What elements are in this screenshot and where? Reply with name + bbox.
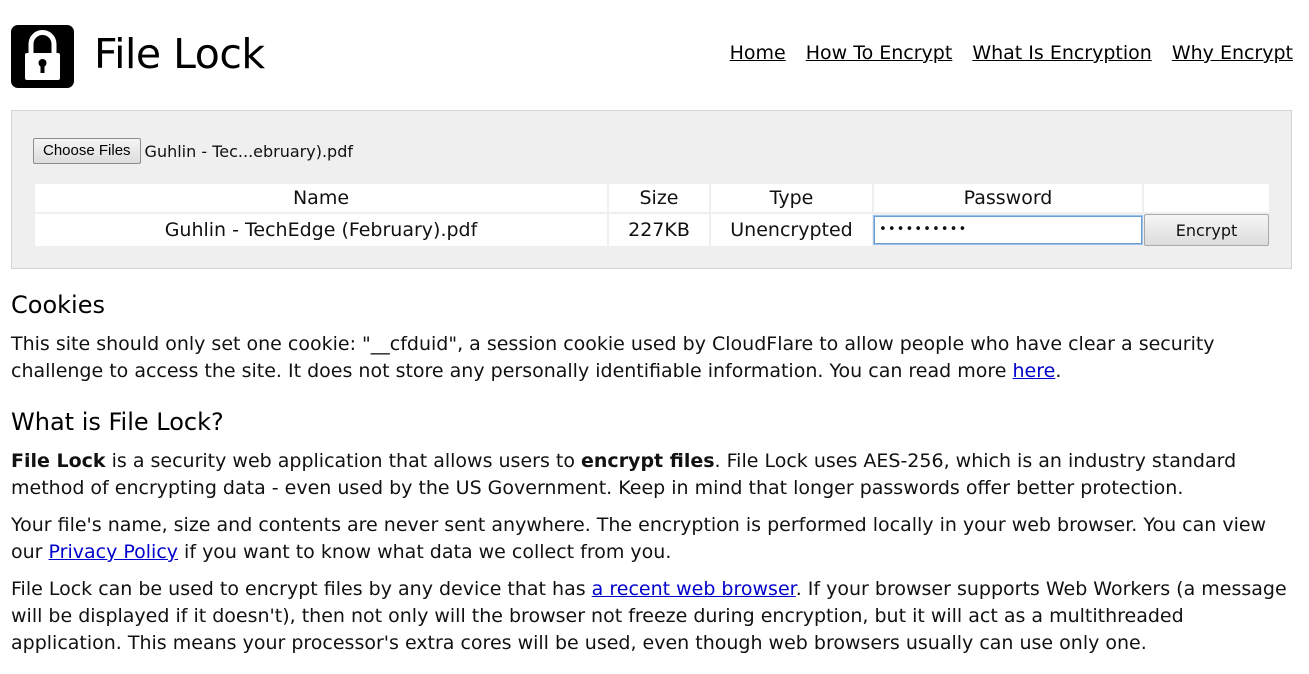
column-header-name: Name (35, 184, 607, 212)
file-size-cell: 227KB (609, 214, 709, 246)
cookies-heading: Cookies (11, 291, 105, 319)
nav-home[interactable]: Home (730, 39, 786, 67)
nav-why-encrypt[interactable]: Why Encrypt (1172, 39, 1293, 67)
privacy-text-after: if you want to know what data we collect… (178, 541, 672, 563)
privacy-policy-link[interactable]: Privacy Policy (49, 541, 178, 563)
password-input[interactable]: •••••••••• (874, 216, 1142, 244)
password-cell: •••••••••• (874, 214, 1142, 246)
column-header-size: Size (609, 184, 709, 212)
table-header-row: Name Size Type Password (35, 184, 1269, 212)
browser-text-before: File Lock can be used to encrypt files b… (11, 578, 592, 600)
cookies-text-end: . (1055, 360, 1062, 382)
site-header: File Lock Home How To Encrypt What Is En… (11, 25, 1293, 89)
file-name-cell: Guhlin - TechEdge (February).pdf (35, 214, 607, 246)
encrypt-panel: Choose Files Guhlin - Tec...ebruary).pdf… (11, 110, 1292, 269)
cookies-paragraph: This site should only set one cookie: "_… (11, 331, 1293, 385)
file-type-cell: Unencrypted (711, 214, 872, 246)
page: File Lock Home How To Encrypt What Is En… (0, 0, 1309, 674)
what-is-heading: What is File Lock? (11, 408, 224, 436)
cookies-read-more-link[interactable]: here (1013, 360, 1056, 382)
recent-browser-link[interactable]: a recent web browser (592, 578, 796, 600)
about-bold-encrypt: encrypt files (581, 450, 715, 472)
nav-how-to-encrypt[interactable]: How To Encrypt (806, 39, 953, 67)
main-nav: Home How To Encrypt What Is Encryption W… (730, 39, 1293, 67)
column-header-action (1144, 184, 1269, 212)
action-cell: Encrypt (1144, 214, 1269, 246)
column-header-type: Type (711, 184, 872, 212)
padlock-icon[interactable] (11, 25, 74, 88)
about-paragraph-2: Your file's name, size and contents are … (11, 512, 1293, 566)
about-bold-filelock: File Lock (11, 450, 106, 472)
chosen-file-name: Guhlin - Tec...ebruary).pdf (144, 141, 353, 161)
column-header-password: Password (874, 184, 1142, 212)
about-paragraph-1: File Lock is a security web application … (11, 448, 1293, 502)
table-row: Guhlin - TechEdge (February).pdf 227KB U… (35, 214, 1269, 246)
site-title[interactable]: File Lock (94, 29, 265, 79)
file-picker: Choose Files Guhlin - Tec...ebruary).pdf (33, 138, 353, 164)
nav-what-is-encryption[interactable]: What Is Encryption (972, 39, 1152, 67)
choose-files-button[interactable]: Choose Files (33, 138, 141, 164)
about-paragraph-3: File Lock can be used to encrypt files b… (11, 576, 1293, 657)
encrypt-button[interactable]: Encrypt (1144, 214, 1269, 246)
about-text-mid: is a security web application that allow… (105, 450, 582, 472)
file-table: Name Size Type Password Guhlin - TechEdg… (33, 182, 1271, 248)
